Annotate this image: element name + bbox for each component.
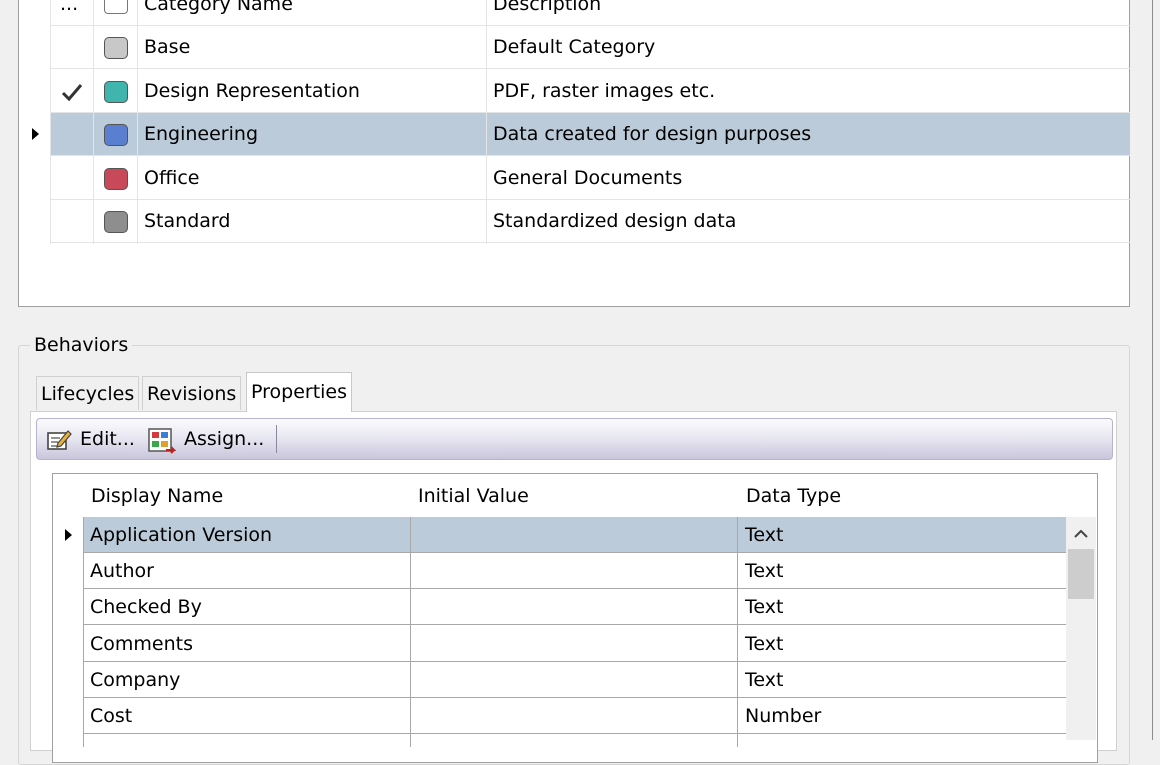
property-col-divider <box>737 517 738 747</box>
column-header-display-name[interactable]: Display Name <box>91 476 223 516</box>
category-row[interactable]: Engineering Data created for design purpo… <box>50 113 1130 156</box>
scrollbar-thumb[interactable] <box>1068 549 1094 599</box>
row-pointer-icon <box>32 128 39 140</box>
property-col-divider <box>83 517 84 747</box>
category-color-swatch <box>104 124 128 146</box>
toolbar-separator <box>276 425 277 453</box>
property-data-type-cell: Text <box>745 524 784 546</box>
property-row[interactable]: Checked By Text <box>83 589 1066 625</box>
category-name-cell: Design Representation <box>144 80 360 102</box>
tab-revisions[interactable]: Revisions <box>142 376 242 410</box>
category-col-divider <box>137 0 138 244</box>
category-color-swatch <box>104 81 128 103</box>
property-row[interactable]: Company Text <box>83 662 1066 698</box>
column-header-initial-value[interactable]: Initial Value <box>418 476 529 516</box>
property-col-divider <box>410 517 411 747</box>
category-col-divider <box>93 0 94 244</box>
checkmark-icon <box>61 84 83 102</box>
header-marker-cell: ... <box>60 0 79 15</box>
column-header-description[interactable]: Description <box>493 0 601 20</box>
property-display-name-cell: Application Version <box>90 524 273 546</box>
assign-button[interactable]: Assign... <box>184 418 264 460</box>
category-name-cell: Standard <box>144 210 231 232</box>
tab-lifecycles[interactable]: Lifecycles <box>36 376 140 410</box>
chevron-up-icon[interactable] <box>1066 517 1096 549</box>
category-name-cell: Base <box>144 36 191 58</box>
category-name-cell: Engineering <box>144 123 258 145</box>
property-row[interactable]: Author Text <box>83 553 1066 589</box>
category-row[interactable]: Standard Standardized design data <box>50 200 1130 243</box>
category-description-cell: Default Category <box>493 36 656 58</box>
property-display-name-cell: Comments <box>90 633 193 655</box>
property-data-type-cell: Number <box>745 705 822 727</box>
property-row[interactable]: Cost Number <box>83 698 1066 734</box>
property-display-name-cell: Checked By <box>90 596 202 618</box>
category-row[interactable]: Office General Documents <box>50 157 1130 200</box>
edit-button[interactable]: Edit... <box>80 418 135 460</box>
behaviors-title: Behaviors <box>30 332 133 358</box>
property-row[interactable]: Application Version Text <box>83 517 1066 553</box>
category-color-swatch <box>104 168 128 190</box>
category-header-row: ... Category Name Description <box>50 0 1130 26</box>
category-description-cell: PDF, raster images etc. <box>493 80 716 102</box>
category-color-swatch <box>104 211 128 233</box>
window-edge <box>1152 0 1153 740</box>
category-col-divider <box>486 0 487 244</box>
property-row[interactable]: Comments Text <box>83 626 1066 662</box>
property-display-name-cell: Author <box>90 560 154 582</box>
category-description-cell: Standardized design data <box>493 210 737 232</box>
property-data-type-cell: Text <box>745 633 784 655</box>
assign-icon <box>148 428 176 454</box>
property-data-type-cell: Text <box>745 669 784 691</box>
property-data-type-cell: Text <box>745 596 784 618</box>
property-display-name-cell: Cost <box>90 705 133 727</box>
property-display-name-cell: Company <box>90 669 181 691</box>
column-header-data-type[interactable]: Data Type <box>746 476 841 516</box>
category-name-cell: Office <box>144 167 200 189</box>
header-color-swatch[interactable] <box>104 0 128 14</box>
category-row[interactable]: Base Default Category <box>50 26 1130 69</box>
edit-icon <box>47 430 72 450</box>
category-description-cell: General Documents <box>493 167 683 189</box>
column-header-category-name[interactable]: Category Name <box>144 0 293 20</box>
category-row[interactable]: Design Representation PDF, raster images … <box>50 70 1130 113</box>
row-pointer-icon <box>65 529 72 541</box>
tab-properties[interactable]: Properties <box>246 372 353 412</box>
category-col-divider <box>50 0 51 244</box>
category-description-cell: Data created for design purposes <box>493 123 812 145</box>
category-color-swatch <box>104 37 128 59</box>
property-data-type-cell: Text <box>745 560 784 582</box>
